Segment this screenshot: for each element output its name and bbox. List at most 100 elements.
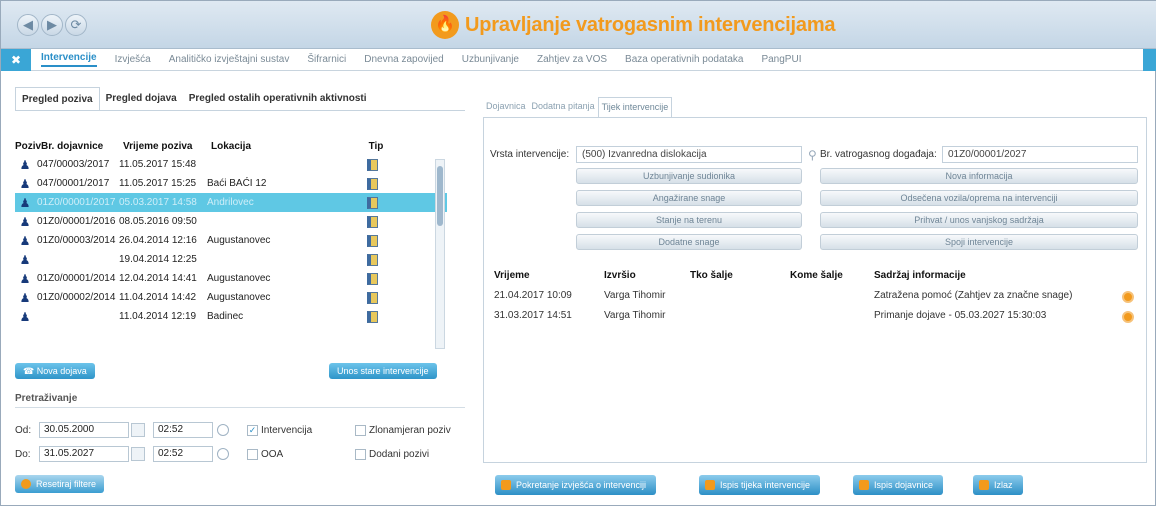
cell-vrijeme: 11.05.2017 15:25 bbox=[119, 178, 197, 189]
col-kome-salje[interactable]: Kome šalje bbox=[790, 270, 843, 281]
unos-stare-intervencije-button[interactable]: Unos stare intervencije bbox=[329, 363, 437, 379]
od-date-field[interactable]: 30.05.2000 bbox=[39, 422, 129, 438]
menu-corner-button[interactable] bbox=[1143, 49, 1156, 71]
cell-vrijeme: 19.04.2014 12:25 bbox=[119, 254, 197, 265]
col-sadrzaj[interactable]: Sadržaj informacije bbox=[874, 270, 966, 281]
refresh-button[interactable]: ⟳ bbox=[65, 14, 87, 36]
calendar-icon[interactable] bbox=[131, 447, 145, 461]
od-time-field[interactable]: 02:52 bbox=[153, 422, 213, 438]
table-row[interactable]: ♟ 01Z0/00001/2016 08.05.2016 09:50 bbox=[15, 212, 447, 231]
zlonamjeran-checkbox[interactable] bbox=[355, 425, 366, 436]
cell-vrijeme: 11.04.2014 12:19 bbox=[119, 311, 197, 322]
phone-icon: ☎ bbox=[23, 366, 37, 376]
table-row[interactable]: ♟ 047/00001/2017 11.05.2017 15:25 Baći B… bbox=[15, 174, 447, 193]
calendar-icon[interactable] bbox=[131, 423, 145, 437]
menu-intervencije[interactable]: Intervencije bbox=[41, 52, 97, 67]
tab-tijek-intervencije[interactable]: Tijek intervencije bbox=[597, 97, 673, 117]
ooa-checkbox[interactable] bbox=[247, 449, 258, 460]
prihvat-unos-button[interactable]: Prihvat / unos vanjskog sadržaja bbox=[820, 212, 1138, 228]
cell-lokacija: Augustanovec bbox=[207, 292, 271, 303]
col-vrijeme[interactable]: Vrijeme bbox=[494, 270, 530, 281]
document-icon bbox=[366, 272, 378, 285]
dodatne-snage-button[interactable]: Dodatne snage bbox=[576, 234, 802, 250]
cell-br: 01Z0/00003/2014 bbox=[37, 235, 116, 246]
table-row[interactable]: ♟ 11.04.2014 12:19 Badinec bbox=[15, 307, 447, 326]
menu-pangpui[interactable]: PangPUI bbox=[761, 54, 801, 65]
ispis-tijeka-button[interactable]: Ispis tijeka intervencije bbox=[699, 475, 821, 495]
ispis-dojavnice-button[interactable]: Ispis dojavnice bbox=[853, 475, 944, 495]
table-row[interactable]: ♟ 01Z0/00002/2014 11.04.2014 14:42 Augus… bbox=[15, 288, 447, 307]
table-scrollbar[interactable] bbox=[435, 159, 445, 349]
col-br-dojavnice[interactable]: Br. dojavnice bbox=[39, 141, 123, 152]
resetiraj-filtere-label: Resetiraj filtere bbox=[36, 479, 97, 489]
menu-izvjesca[interactable]: Izvješća bbox=[115, 54, 151, 65]
odsecena-vozila-button[interactable]: Odsečena vozila/oprema na intervenciji bbox=[820, 190, 1138, 206]
cell-izvrsio: Varga Tihomir bbox=[604, 290, 666, 301]
dodani-pozivi-checkbox[interactable] bbox=[355, 449, 366, 460]
col-vrijeme-poziva[interactable]: Vrijeme poziva bbox=[123, 141, 211, 152]
forward-button[interactable]: ▶ bbox=[41, 14, 63, 36]
cell-br: 01Z0/00001/2014 bbox=[37, 273, 116, 284]
menu-zahtjev-vos[interactable]: Zahtjev za VOS bbox=[537, 54, 607, 65]
tab-pregled-dojava[interactable]: Pregled dojava bbox=[100, 87, 183, 110]
document-icon bbox=[366, 215, 378, 228]
title-bar: ◀ ▶ ⟳ 🔥 Upravljanje vatrogasnim interven… bbox=[1, 1, 1156, 49]
spoji-intervencije-button[interactable]: Spoji intervencije bbox=[820, 234, 1138, 250]
br-dogadaja-field[interactable]: 01Z0/00001/2027 bbox=[942, 146, 1138, 163]
info-status-icon[interactable] bbox=[1122, 291, 1134, 303]
exit-icon bbox=[979, 480, 989, 490]
info-table-row[interactable]: 21.04.2017 10:09 Varga Tihomir Zatražena… bbox=[494, 290, 1134, 308]
nova-dojava-button[interactable]: ☎ Nova dojava bbox=[15, 363, 95, 379]
info-table-row[interactable]: 31.03.2017 14:51 Varga Tihomir Primanje … bbox=[494, 310, 1134, 328]
vrsta-intervencije-field[interactable]: (500) Izvanredna dislokacija bbox=[576, 146, 802, 163]
clock-icon[interactable] bbox=[217, 424, 229, 436]
document-icon bbox=[366, 310, 378, 323]
person-icon: ♟ bbox=[19, 271, 31, 286]
back-button[interactable]: ◀ bbox=[17, 14, 39, 36]
ispis-dojavnice-label: Ispis dojavnice bbox=[874, 480, 934, 490]
tab-dojavnica[interactable]: Dojavnica bbox=[483, 97, 529, 117]
cell-lokacija: Andrilovec bbox=[207, 197, 254, 208]
uzbunjivanje-sudionika-button[interactable]: Uzbunjivanje sudionika bbox=[576, 168, 802, 184]
col-poziv[interactable]: Poziv bbox=[15, 141, 41, 152]
col-lokacija[interactable]: Lokacija bbox=[211, 141, 361, 152]
menu-uzbunjivanje[interactable]: Uzbunjivanje bbox=[462, 54, 519, 65]
home-icon[interactable]: ✖ bbox=[1, 48, 31, 71]
cell-vrijeme: 31.03.2017 14:51 bbox=[494, 310, 572, 321]
person-icon: ♟ bbox=[19, 176, 31, 191]
menu-analiticki[interactable]: Analitičko izvještajni sustav bbox=[169, 54, 290, 65]
intervencija-checkbox[interactable]: ✓ bbox=[247, 425, 258, 436]
menu-sifrarnici[interactable]: Šifrarnici bbox=[307, 54, 346, 65]
table-row[interactable]: ♟ 01Z0/00003/2014 26.04.2014 12:16 Augus… bbox=[15, 231, 447, 250]
do-time-field[interactable]: 02:52 bbox=[153, 446, 213, 462]
cell-sadrzaj: Zatražena pomoć (Zahtjev za značne snage… bbox=[874, 290, 1073, 301]
stanje-na-terenu-button[interactable]: Stanje na terenu bbox=[576, 212, 802, 228]
table-row-selected[interactable]: ♟ 01Z0/00001/2017 05.03.2017 14:58 Andri… bbox=[15, 193, 447, 212]
document-icon bbox=[366, 158, 378, 171]
col-tip[interactable]: Tip bbox=[361, 141, 391, 152]
table-row[interactable]: ♟ 047/00003/2017 11.05.2017 15:48 bbox=[15, 155, 447, 174]
nova-informacija-button[interactable]: Nova informacija bbox=[820, 168, 1138, 184]
table-row[interactable]: ♟ 01Z0/00001/2014 12.04.2014 14:41 Augus… bbox=[15, 269, 447, 288]
tab-pregled-poziva[interactable]: Pregled poziva bbox=[15, 87, 100, 110]
info-status-icon[interactable] bbox=[1122, 311, 1134, 323]
col-tko-salje[interactable]: Tko šalje bbox=[690, 270, 733, 281]
cell-br: 01Z0/00002/2014 bbox=[37, 292, 116, 303]
scroll-thumb[interactable] bbox=[437, 166, 443, 226]
tab-pregled-ostalih[interactable]: Pregled ostalih operativnih aktivnosti bbox=[183, 87, 373, 110]
clock-icon[interactable] bbox=[217, 448, 229, 460]
angazirane-snage-button[interactable]: Angažirane snage bbox=[576, 190, 802, 206]
menu-baza-podataka[interactable]: Baza operativnih podataka bbox=[625, 54, 743, 65]
search-icon[interactable]: ⚲ bbox=[808, 148, 817, 162]
person-icon: ♟ bbox=[19, 157, 31, 172]
izlaz-button[interactable]: Izlaz bbox=[973, 475, 1023, 495]
table-row[interactable]: ♟ 19.04.2014 12:25 bbox=[15, 250, 447, 269]
pokretanje-izvjesca-button[interactable]: Pokretanje izvješća o intervenciji bbox=[495, 475, 657, 495]
do-date-field[interactable]: 31.05.2027 bbox=[39, 446, 129, 462]
menu-dnevna-zapovijed[interactable]: Dnevna zapovijed bbox=[364, 54, 444, 65]
col-izvrsio[interactable]: Izvršio bbox=[604, 270, 636, 281]
resetiraj-filtere-button[interactable]: Resetiraj filtere bbox=[15, 475, 105, 493]
cell-br: 047/00003/2017 bbox=[37, 159, 110, 170]
tab-dodatna-pitanja[interactable]: Dodatna pitanja bbox=[529, 97, 598, 117]
pokretanje-izvjesca-label: Pokretanje izvješća o intervenciji bbox=[516, 480, 647, 490]
